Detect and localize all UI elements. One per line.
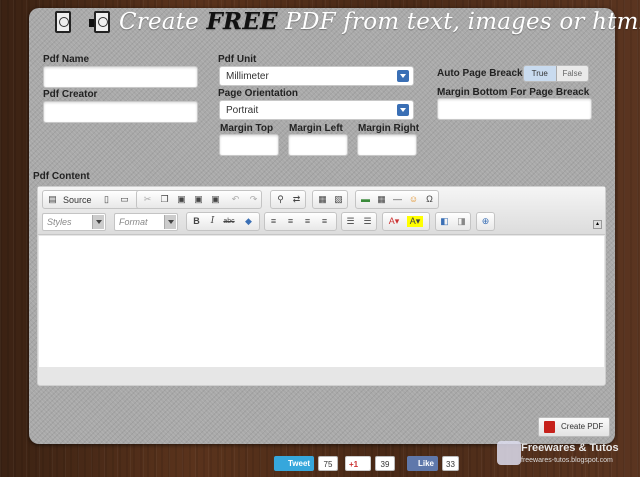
bullet-list-icon[interactable]: ☰: [362, 216, 373, 227]
rich-text-editor: ▤ Source ▯ ▭ ✂ ❐ ▣ ▣ ▣ ↶ ↷ ⚲ ⇄ ▦ ▧ ▬ ▦ —…: [37, 186, 606, 386]
toolbar-group-select: ▦ ▧: [312, 190, 348, 209]
align-justify-icon[interactable]: ≡: [319, 216, 330, 227]
toolbar-group-clipboard: ✂ ❐ ▣ ▣ ▣ ↶ ↷: [136, 190, 262, 209]
toggle-true[interactable]: True: [524, 66, 557, 81]
show-blocks-icon[interactable]: ◨: [456, 216, 467, 227]
globe-document-icon: [55, 11, 71, 33]
strike-button[interactable]: abc: [221, 216, 237, 227]
editor-content-area[interactable]: [39, 236, 604, 367]
toggle-false[interactable]: False: [556, 66, 588, 81]
replace-icon[interactable]: ⇄: [291, 194, 302, 205]
gplus-button[interactable]: +1: [345, 456, 371, 471]
header-bar: Create FREE PDF from text, images or htm…: [29, 8, 640, 38]
image-icon[interactable]: ▬: [360, 194, 371, 205]
pdf-unit-select[interactable]: Millimeter: [219, 66, 414, 86]
bg-color-icon[interactable]: A▾: [407, 216, 423, 227]
toolbar-group-insert: ▬ ▦ — ☺ Ω: [355, 190, 439, 209]
margin-bottom-input[interactable]: [437, 98, 592, 120]
format-combo[interactable]: Format: [114, 213, 178, 231]
watermark: Freewares & Tutos freewares-tutos.blogsp…: [497, 441, 640, 477]
toolbar-group-tools: ◧ ◨: [435, 212, 471, 231]
tweet-count: 75: [318, 456, 338, 471]
align-right-icon[interactable]: ≡: [302, 216, 313, 227]
auto-page-break-label: Auto Page Breack: [437, 68, 523, 79]
margin-right-input[interactable]: [357, 134, 417, 156]
facebook-like-button[interactable]: Like: [407, 456, 438, 471]
eraser-icon[interactable]: ◆: [243, 216, 254, 227]
chevron-down-icon: [397, 104, 409, 116]
pdf-name-input[interactable]: [43, 66, 198, 88]
chevron-down-icon: [92, 215, 104, 229]
about-icon[interactable]: ⊕: [480, 216, 491, 227]
styles-combo[interactable]: Styles: [42, 213, 106, 231]
special-char-icon[interactable]: Ω: [424, 194, 435, 205]
margin-left-label: Margin Left: [289, 123, 343, 134]
margin-right-label: Margin Right: [358, 123, 420, 134]
pdf-unit-value: Millimeter: [226, 71, 269, 82]
page-title: Create FREE PDF from text, images or htm…: [119, 8, 640, 35]
page-orientation-value: Portrait: [226, 105, 259, 116]
watermark-url: freewares-tutos.blogspot.com: [521, 457, 613, 464]
margin-top-label: Margin Top: [220, 123, 274, 134]
source-button[interactable]: Source: [63, 195, 92, 205]
new-page-icon[interactable]: ▯: [101, 194, 112, 205]
title-free: FREE: [206, 8, 278, 35]
toolbar-group-basic: B I abc ◆: [186, 212, 260, 231]
numbered-list-icon[interactable]: ☰: [345, 216, 356, 227]
auto-page-break-toggle[interactable]: True False: [523, 65, 589, 82]
redo-icon[interactable]: ↷: [248, 194, 259, 205]
margin-bottom-label: Margin Bottom For Page Breack: [437, 87, 590, 98]
toolbar-group-colors: A▾ A▾: [382, 212, 430, 231]
pdf-creator-label: Pdf Creator: [43, 89, 98, 100]
tweet-button[interactable]: Tweet: [274, 456, 314, 471]
paste-text-icon[interactable]: ▣: [193, 194, 204, 205]
source-icon: ▤: [48, 194, 57, 204]
pdf-name-label: Pdf Name: [43, 54, 90, 65]
align-center-icon[interactable]: ≡: [285, 216, 296, 227]
align-left-icon[interactable]: ≡: [268, 216, 279, 227]
margin-top-input[interactable]: [219, 134, 279, 156]
collapse-toolbar-button[interactable]: ▴: [593, 220, 602, 229]
pdf-document-icon: [94, 11, 110, 33]
pdf-icon: [544, 421, 555, 433]
watermark-logo-icon: [497, 441, 521, 465]
paste-icon[interactable]: ▣: [176, 194, 187, 205]
copy-icon[interactable]: ❐: [159, 194, 170, 205]
chevron-down-icon: [397, 70, 409, 82]
find-icon[interactable]: ⚲: [275, 194, 286, 205]
spellcheck-icon[interactable]: ▧: [333, 194, 344, 205]
pdf-unit-label: Pdf Unit: [218, 54, 257, 65]
preview-icon[interactable]: ▭: [119, 194, 130, 205]
cut-icon[interactable]: ✂: [142, 194, 153, 205]
text-color-icon[interactable]: A▾: [386, 216, 402, 227]
toolbar-group-align: ≡ ≡ ≡ ≡: [264, 212, 337, 231]
chevron-down-icon: [164, 215, 176, 229]
margin-left-input[interactable]: [288, 134, 348, 156]
like-count: 33: [442, 456, 459, 471]
page-orientation-label: Page Orientation: [218, 88, 299, 99]
pdf-content-label: Pdf Content: [33, 171, 90, 182]
undo-icon[interactable]: ↶: [230, 194, 241, 205]
toolbar-group-find: ⚲ ⇄: [270, 190, 306, 209]
gplus-count: 39: [375, 456, 395, 471]
page-orientation-select[interactable]: Portrait: [219, 100, 414, 120]
smiley-icon[interactable]: ☺: [408, 194, 419, 205]
toolbar-group-about: ⊕: [476, 212, 495, 231]
horizontal-line-icon[interactable]: —: [392, 194, 403, 205]
bold-button[interactable]: B: [191, 216, 202, 227]
pdf-creator-input[interactable]: [43, 101, 198, 123]
italic-button[interactable]: I: [207, 216, 218, 227]
create-pdf-button[interactable]: Create PDF: [538, 417, 610, 437]
table-icon[interactable]: ▦: [376, 194, 387, 205]
watermark-title: Freewares & Tutos: [521, 442, 619, 454]
maximize-icon[interactable]: ◧: [439, 216, 450, 227]
toolbar-group-lists: ☰ ☰: [341, 212, 377, 231]
paste-word-icon[interactable]: ▣: [210, 194, 221, 205]
editor-toolbar: ▤ Source ▯ ▭ ✂ ❐ ▣ ▣ ▣ ↶ ↷ ⚲ ⇄ ▦ ▧ ▬ ▦ —…: [38, 187, 605, 235]
select-all-icon[interactable]: ▦: [317, 194, 328, 205]
